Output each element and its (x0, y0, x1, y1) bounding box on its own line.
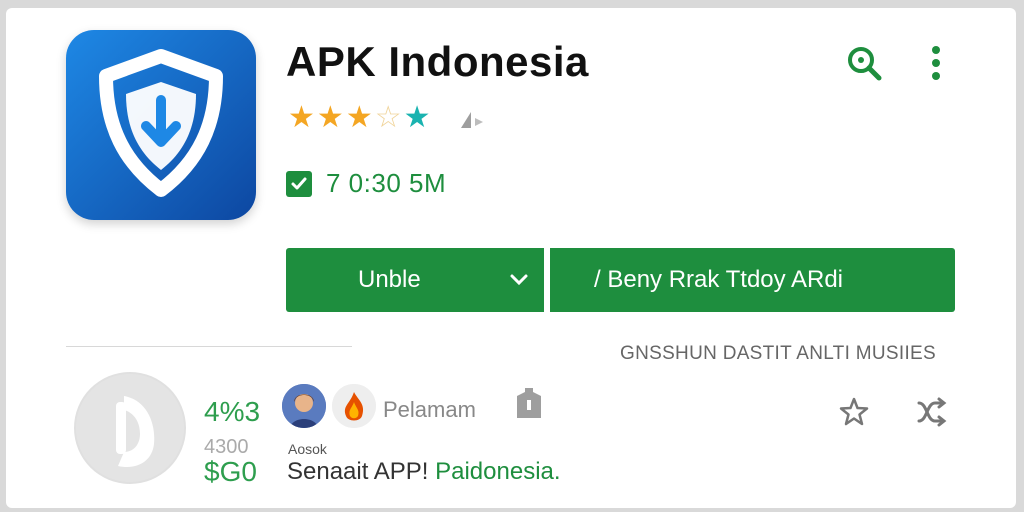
shield-download-icon (99, 49, 223, 197)
secondary-button-label: / Beny Rrak Ttdoy ARdi (594, 266, 843, 293)
secondary-button[interactable]: / Beny Rrak Ttdoy ARdi (550, 248, 955, 312)
user-avatar[interactable] (332, 384, 376, 428)
app-title: APK Indonesia (286, 38, 589, 85)
review-text-prefix: Senaait APP! (287, 458, 436, 485)
star-icon: ★ (288, 101, 315, 134)
star-icon: ★ (403, 101, 431, 134)
app-icon (66, 30, 256, 220)
user-avatar[interactable] (282, 384, 326, 428)
star-outline-icon: ☆ (374, 101, 402, 134)
share-icon[interactable] (913, 395, 949, 434)
section-label: GNSSHUN DASTIT ANLTI MUSIIES (620, 343, 936, 364)
stat-price: $G0 (204, 456, 257, 487)
review-tag: Aosok (288, 441, 327, 457)
search-icon[interactable] (845, 44, 883, 87)
bookmark-icon[interactable] (515, 386, 543, 425)
star-icon: ★ (345, 101, 373, 134)
primary-button[interactable]: Unblе (286, 248, 544, 312)
divider (66, 346, 352, 347)
meta-text: 7 0:30 5M (326, 168, 447, 198)
primary-button-label: Unblе (358, 266, 421, 293)
stat-primary: 4%3 (204, 396, 261, 427)
review-text-brand: Paidonesia. (435, 458, 561, 485)
chevron-down-icon[interactable] (508, 270, 530, 295)
check-icon (286, 170, 312, 197)
more-vert-icon[interactable] (928, 44, 944, 87)
review-text: Senaait APP! Paidonesia. (287, 458, 561, 486)
rating-breakdown-icon (457, 108, 487, 137)
star-icon: ★ (316, 101, 344, 134)
rating-stars: ★ ★ ★ ☆ ★ (288, 102, 431, 134)
app-meta: 7 0:30 5M (286, 168, 446, 199)
reviewer-name: Pelamam (383, 397, 476, 422)
developer-avatar[interactable] (74, 372, 186, 484)
star-outline-icon[interactable] (838, 396, 870, 433)
